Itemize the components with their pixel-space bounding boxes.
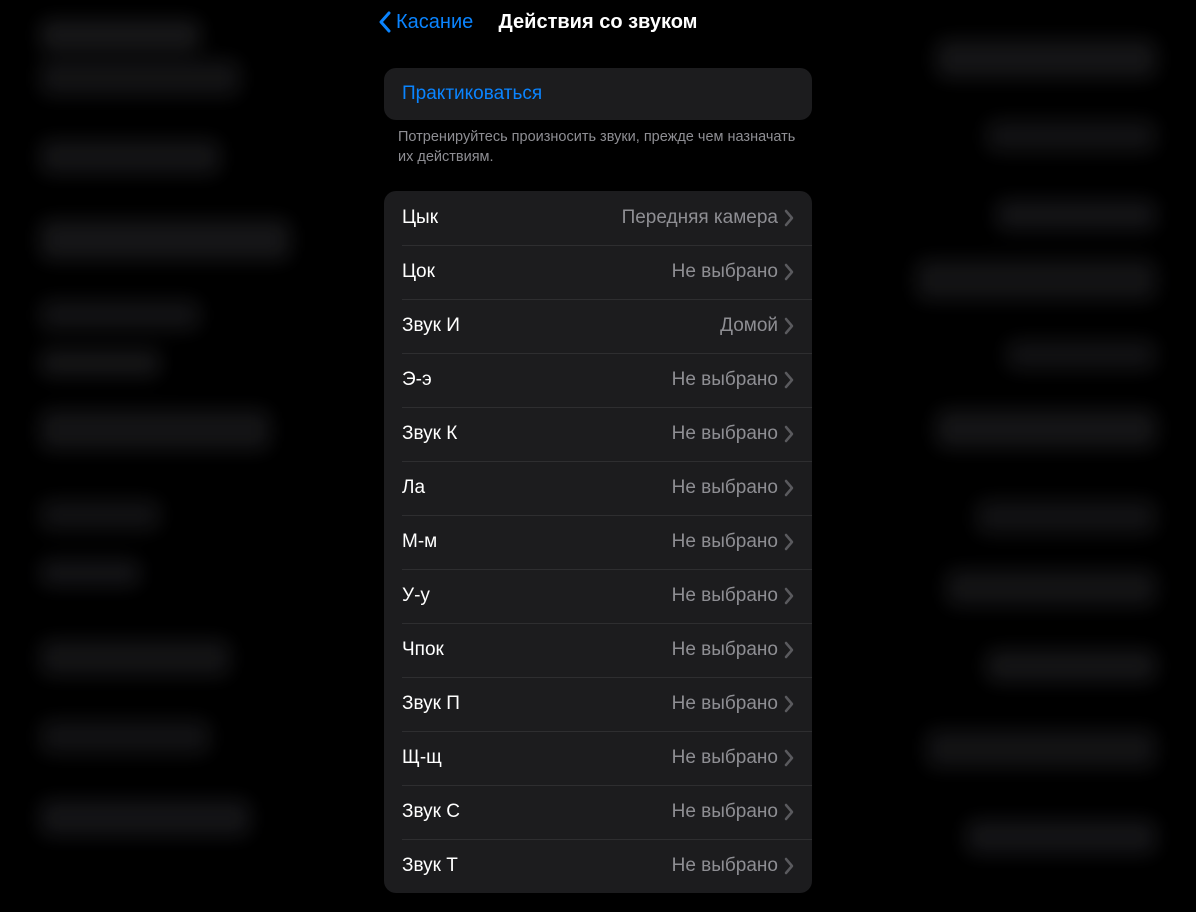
chevron-right-icon xyxy=(784,587,794,605)
sounds-group: ЦыкПередняя камераЦокНе выбраноЗвук ИДом… xyxy=(384,191,812,893)
sound-row[interactable]: Звук СНе выбрано xyxy=(384,785,812,839)
sound-row[interactable]: Звук ТНе выбрано xyxy=(384,839,812,893)
sound-row[interactable]: ЦокНе выбрано xyxy=(384,245,812,299)
sound-name: Звук К xyxy=(402,423,457,445)
practice-group: Практиковаться xyxy=(384,68,812,120)
sound-row[interactable]: ЧпокНе выбрано xyxy=(384,623,812,677)
chevron-right-icon xyxy=(784,803,794,821)
chevron-right-icon xyxy=(784,263,794,281)
sound-value: Не выбрано xyxy=(458,855,784,877)
sound-name: Щ-щ xyxy=(402,747,442,769)
phone-screen: Касание Действия со звуком Практиковатьс… xyxy=(368,0,828,912)
sound-name: Звук И xyxy=(402,315,460,337)
practice-footer: Потренируйтесь произносить звуки, прежде… xyxy=(398,128,798,167)
chevron-right-icon xyxy=(784,749,794,767)
sound-name: Звук П xyxy=(402,693,460,715)
sound-name: Э-э xyxy=(402,369,432,391)
chevron-right-icon xyxy=(784,533,794,551)
sound-value: Не выбрано xyxy=(442,747,784,769)
sound-value: Не выбрано xyxy=(460,693,784,715)
sound-name: Звук Т xyxy=(402,855,458,877)
sound-value: Не выбрано xyxy=(460,801,784,823)
navigation-bar: Касание Действия со звуком xyxy=(368,0,828,44)
sound-value: Не выбрано xyxy=(444,639,784,661)
back-button[interactable]: Касание xyxy=(378,11,473,34)
sound-value: Домой xyxy=(460,315,784,337)
background-blur-right xyxy=(836,0,1196,912)
sound-row[interactable]: Звук ИДомой xyxy=(384,299,812,353)
sound-value: Не выбрано xyxy=(437,531,784,553)
sound-row[interactable]: У-уНе выбрано xyxy=(384,569,812,623)
sound-row[interactable]: ЛаНе выбрано xyxy=(384,461,812,515)
sound-value: Не выбрано xyxy=(430,585,784,607)
sound-row[interactable]: М-мНе выбрано xyxy=(384,515,812,569)
chevron-right-icon xyxy=(784,641,794,659)
sound-row[interactable]: Звук ПНе выбрано xyxy=(384,677,812,731)
practice-label: Практиковаться xyxy=(402,83,542,104)
sound-row[interactable]: Э-эНе выбрано xyxy=(384,353,812,407)
sound-name: Ла xyxy=(402,477,425,499)
sound-name: Цык xyxy=(402,207,438,229)
practice-button[interactable]: Практиковаться xyxy=(384,68,812,120)
sound-row[interactable]: Звук КНе выбрано xyxy=(384,407,812,461)
background-blur-left xyxy=(0,0,360,912)
sound-value: Не выбрано xyxy=(457,423,784,445)
sound-name: Цок xyxy=(402,261,435,283)
chevron-right-icon xyxy=(784,209,794,227)
chevron-right-icon xyxy=(784,371,794,389)
chevron-right-icon xyxy=(784,695,794,713)
chevron-left-icon xyxy=(378,11,392,33)
chevron-right-icon xyxy=(784,425,794,443)
sound-name: М-м xyxy=(402,531,437,553)
sound-row[interactable]: Щ-щНе выбрано xyxy=(384,731,812,785)
chevron-right-icon xyxy=(784,857,794,875)
sound-name: Чпок xyxy=(402,639,444,661)
back-label: Касание xyxy=(396,11,473,34)
sound-value: Не выбрано xyxy=(432,369,784,391)
sound-value: Не выбрано xyxy=(425,477,784,499)
chevron-right-icon xyxy=(784,317,794,335)
sound-name: У-у xyxy=(402,585,430,607)
chevron-right-icon xyxy=(784,479,794,497)
sound-name: Звук С xyxy=(402,801,460,823)
sound-value: Передняя камера xyxy=(438,207,784,229)
sound-value: Не выбрано xyxy=(435,261,784,283)
sound-row[interactable]: ЦыкПередняя камера xyxy=(384,191,812,245)
